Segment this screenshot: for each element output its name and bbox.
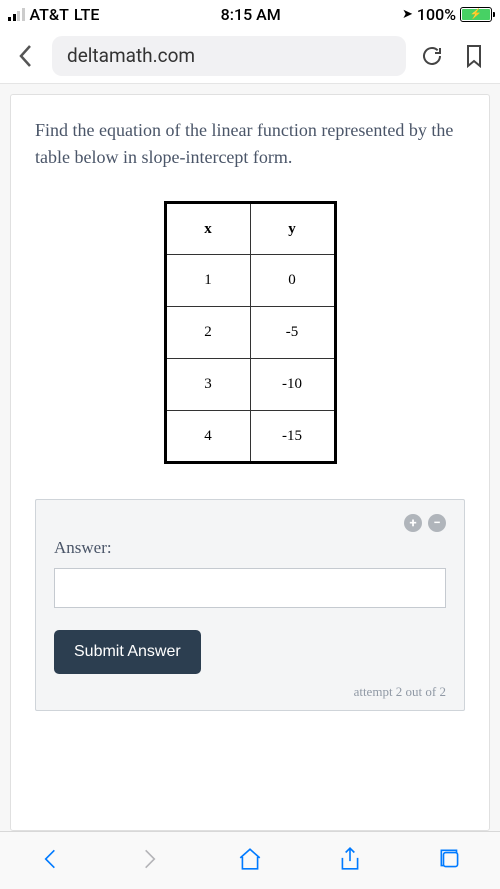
battery-icon: ⚡	[460, 7, 492, 22]
attempt-counter: attempt 2 out of 2	[54, 684, 446, 700]
url-text: deltamath.com	[67, 44, 195, 67]
minus-icon[interactable]: −	[428, 514, 446, 532]
cell-x: 3	[165, 359, 250, 411]
status-time: 8:15 AM	[221, 5, 281, 24]
cell-y: 0	[250, 255, 335, 307]
content-area: Find the equation of the linear function…	[0, 84, 500, 831]
cell-y: -5	[250, 307, 335, 359]
table-row: 2 -5	[165, 307, 335, 359]
share-button[interactable]	[337, 846, 363, 876]
question-prompt: Find the equation of the linear function…	[35, 117, 465, 171]
bookmark-button[interactable]	[458, 44, 490, 68]
answer-controls: + −	[54, 514, 446, 532]
tabs-button[interactable]	[437, 846, 463, 876]
reload-button[interactable]	[416, 44, 448, 68]
nav-back-button[interactable]	[37, 846, 63, 876]
header-x: x	[165, 203, 250, 255]
plus-icon[interactable]: +	[404, 514, 422, 532]
answer-box: + − Answer: Submit Answer attempt 2 out …	[35, 499, 465, 711]
table-row: 4 -15	[165, 411, 335, 463]
question-card: Find the equation of the linear function…	[10, 94, 490, 831]
battery-percent: 100%	[417, 5, 456, 24]
status-bar: AT&T LTE 8:15 AM ➤ 100% ⚡	[0, 0, 500, 28]
table-row: 3 -10	[165, 359, 335, 411]
header-y: y	[250, 203, 335, 255]
status-right: ➤ 100% ⚡	[402, 5, 492, 24]
url-bar[interactable]: deltamath.com	[52, 36, 406, 76]
bottom-toolbar	[0, 831, 500, 889]
data-table: x y 1 0 2 -5 3 -10 4 -15	[164, 201, 337, 464]
browser-bar: deltamath.com	[0, 28, 500, 84]
answer-input[interactable]	[54, 568, 446, 608]
signal-icon	[8, 8, 25, 21]
network-label: LTE	[74, 5, 99, 24]
carrier-label: AT&T	[30, 5, 69, 24]
table-header-row: x y	[165, 203, 335, 255]
cell-x: 4	[165, 411, 250, 463]
submit-button[interactable]: Submit Answer	[54, 630, 201, 674]
back-button[interactable]	[10, 42, 42, 70]
cell-y: -15	[250, 411, 335, 463]
location-icon: ➤	[402, 7, 413, 22]
cell-y: -10	[250, 359, 335, 411]
status-left: AT&T LTE	[8, 5, 99, 24]
table-row: 1 0	[165, 255, 335, 307]
answer-label: Answer:	[54, 538, 446, 558]
data-table-wrap: x y 1 0 2 -5 3 -10 4 -15	[35, 201, 465, 464]
cell-x: 1	[165, 255, 250, 307]
home-button[interactable]	[237, 846, 263, 876]
nav-forward-button[interactable]	[137, 846, 163, 876]
cell-x: 2	[165, 307, 250, 359]
